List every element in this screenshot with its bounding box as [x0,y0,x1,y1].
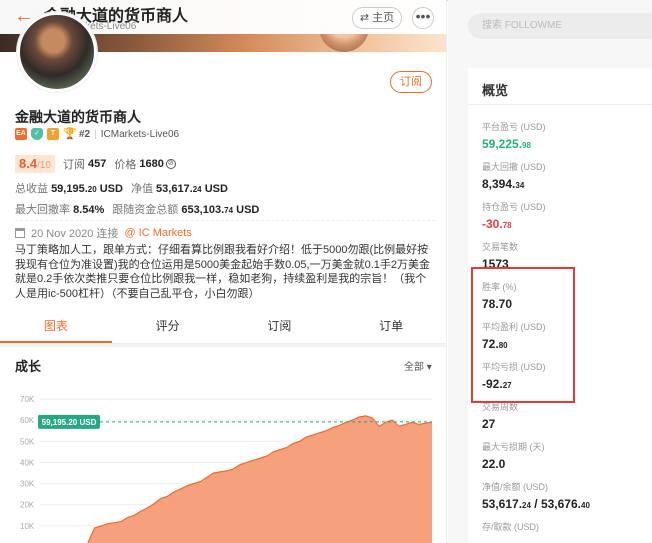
trader-badge-icon: T [47,128,59,140]
follow-unit: USD [236,204,260,216]
metric-value: 53,617.24 / 53,676.40 [482,497,590,511]
overview-metric: 最大亏损期 (天) 22.0 [482,440,545,471]
drawdown-label: 最大回撤率 [15,204,70,216]
profile-tabs: 图表 评分 订阅 订单 [0,316,446,344]
tab-orders[interactable]: 订单 [335,316,446,343]
trader-profile-panel: ← 金融大道的货币商人 #2 ICMarkets-Live06 ⇄ 主页 •••… [0,0,447,543]
broker-link[interactable]: @ IC Markets [124,227,191,239]
badge-separator: | [94,128,97,140]
follow-funds-value: 653,103.74 USD [181,204,259,216]
tab-subscriptions[interactable]: 订阅 [224,316,336,343]
drawdown-follow-row: 最大回撤率 8.54% 跟随资金总额 653,103.74 USD [15,201,259,217]
overview-metric: 交易周数 27 [482,400,518,431]
total-profit-unit: USD [99,183,123,195]
metric-value: 22.0 [482,457,506,471]
equity-dec: 24 [192,185,202,194]
coin-icon: ⊘ [165,159,176,169]
account-label: ICMarkets-Live06 [100,128,180,140]
overview-divider [468,104,652,105]
metric-label: 平台盈亏 (USD) [482,122,546,132]
overview-metric: 平台盈亏 (USD) 59,225.98 [482,120,546,151]
equity-label: 净值 [130,183,153,195]
dashed-divider [15,220,435,221]
growth-chart: 70K 60K 50K 40K 30K 20K 10K 59,195.20 USD [20,395,433,543]
follow-int: 653,103. [181,204,225,216]
metric-label: 净值/余额 (USD) [482,482,548,492]
subs-label: 订阅 [62,159,85,171]
total-profit-value: 59,195.20 USD [51,183,123,195]
equity-unit: USD [204,183,228,195]
tab-rating[interactable]: 评分 [112,316,224,343]
metric-label: 最大亏损期 (天) [482,442,545,452]
date-row: 20 Nov 2020 连接 @ IC Markets [15,225,192,241]
overview-title: 概览 [482,83,509,98]
rank-label: #2 [79,128,91,140]
equity-int: 53,617. [156,183,193,195]
score-value: 8.4 [19,156,38,171]
tab-chart[interactable]: 图表 [0,316,112,343]
subs-value: 457 [87,158,107,170]
metric-value: 27 [482,417,496,431]
profit-equity-row: 总收益 59,195.20 USD 净值 53,617.24 USD [15,180,228,196]
avatar[interactable] [17,12,97,92]
metric-label: 持仓盈亏 (USD) [482,202,546,212]
overview-metric: 存/取款 (USD) [482,520,539,533]
total-profit-int: 59,195. [51,183,88,195]
overview-metric: 净值/余额 (USD) 53,617.24 / 53,676.40 [482,480,590,511]
total-profit-dec: 20 [87,185,97,194]
highlight-box [471,267,575,403]
overview-metric: 持仓盈亏 (USD) -30.78 [482,200,546,231]
y-tick-label: 20K [20,501,35,510]
price-label: 价格 [114,159,137,171]
range-dropdown[interactable]: 全部 ▾ [404,358,432,373]
y-tick-label: 60K [20,416,35,425]
metric-label: 存/取款 (USD) [482,522,539,532]
metric-label: 交易笔数 [482,242,519,252]
drawdown-value: 8.54% [73,204,105,216]
section-separator [0,344,446,347]
search-input[interactable]: 搜索 FOLLOWME [468,13,652,39]
price-value: 1680 [139,158,164,170]
home-button[interactable]: ⇄ 主页 [352,7,402,29]
metric-value: 8,394.34 [482,177,525,191]
strategy-description: 马丁策略加人工，跟单方式：仔细看算比例跟我看好介绍！低于5000勿跟(比例最好按… [15,244,431,300]
metric-label: 最大回撤 (USD) [482,162,546,172]
metric-value: 59,225.98 [482,137,531,151]
trader-name: 金融大道的货币商人 [15,109,141,125]
ea-badge-icon: EA [15,128,27,140]
overview-metric: 最大回撤 (USD) 8,394.34 [482,160,546,191]
badge-row: EA ✓ T 🏆 #2 | ICMarkets-Live06 [15,127,179,141]
connect-date: 20 Nov 2020 连接 [31,228,119,240]
current-value-label: 59,195.20 USD [42,418,97,427]
y-tick-label: 30K [20,480,35,489]
score-row: 8.4/10 订阅 457 价格 1680 ⊘ [15,155,176,173]
subscribe-button[interactable]: 订阅 [390,71,432,93]
calendar-icon [15,228,25,238]
growth-area [88,415,432,543]
y-tick-label: 70K [20,395,35,404]
growth-title: 成长 [15,359,42,374]
follow-dec: 74 [224,206,234,215]
more-options-button[interactable]: ••• [412,7,434,29]
follow-funds-label: 跟随资金总额 [112,204,179,216]
metric-value: -30.78 [482,217,512,231]
equity-value: 53,617.24 USD [156,183,228,195]
total-profit-label: 总收益 [15,183,48,195]
trophy-icon: 🏆 [63,128,77,140]
score-badge: 8.4/10 [15,155,55,173]
verified-shield-icon: ✓ [31,128,43,140]
y-tick-label: 40K [20,458,35,467]
y-tick-label: 50K [20,437,35,446]
y-tick-label: 10K [20,522,35,531]
score-max: /10 [37,160,51,171]
